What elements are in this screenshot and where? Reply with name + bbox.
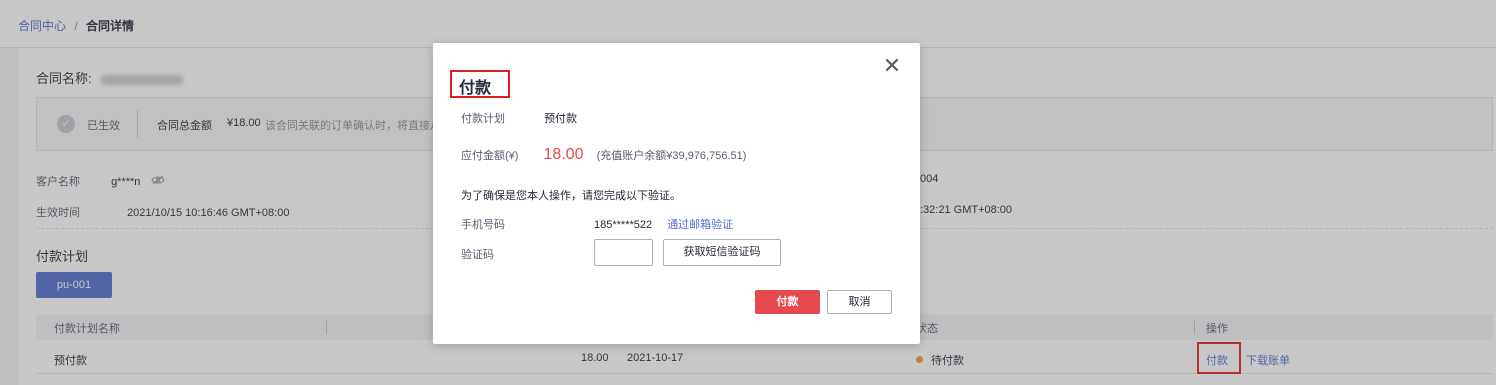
plan-row: 付款计划 预付款 <box>461 110 577 126</box>
payment-dialog: 付款 ✕ 付款计划 预付款 应付金额(¥) 18.00 (充值账户余额¥39,9… <box>433 43 920 344</box>
close-icon[interactable]: ✕ <box>880 54 904 78</box>
code-row: 验证码 <box>461 246 494 262</box>
phone-label: 手机号码 <box>461 219 505 231</box>
get-sms-code-button[interactable]: 获取短信验证码 <box>663 239 781 266</box>
cancel-button[interactable]: 取消 <box>827 290 892 314</box>
phone-value: 185*****522 <box>594 219 653 231</box>
amount-row: 应付金额(¥) 18.00 (充值账户余额¥39,976,756.51) <box>461 146 746 164</box>
plan-value: 预付款 <box>544 113 578 125</box>
phone-row: 手机号码 <box>461 216 505 232</box>
email-verify-link[interactable]: 通过邮箱验证 <box>667 219 733 231</box>
amount-value: 18.00 <box>543 146 584 163</box>
phone-value-row: 185*****522 通过邮箱验证 <box>594 216 733 232</box>
balance-note: (充值账户余额¥39,976,756.51) <box>596 150 747 162</box>
plan-label: 付款计划 <box>461 113 505 125</box>
dialog-title: 付款 <box>459 80 492 97</box>
amount-label: 应付金额(¥) <box>461 150 519 162</box>
verification-code-input[interactable] <box>594 239 653 266</box>
code-label: 验证码 <box>461 249 494 261</box>
verify-tip: 为了确保是您本人操作，请您完成以下验证。 <box>461 190 681 202</box>
confirm-pay-button[interactable]: 付款 <box>755 290 820 314</box>
